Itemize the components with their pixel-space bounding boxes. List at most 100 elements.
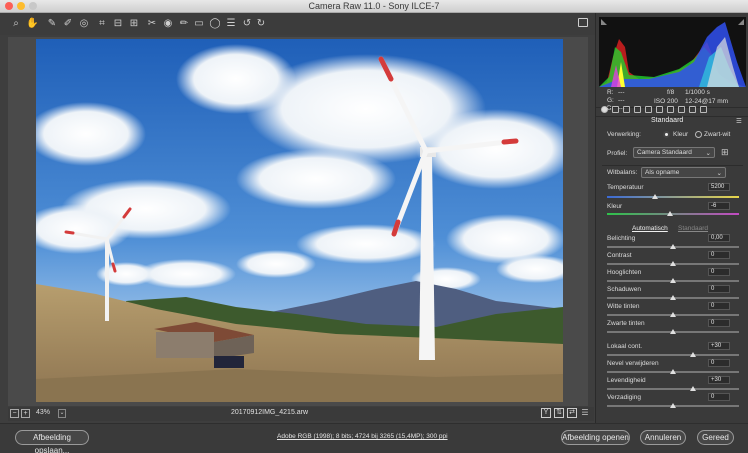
r-label: R:	[607, 89, 614, 96]
witte-tinten-value[interactable]: 0	[708, 302, 730, 310]
footer-bar: Afbeelding opslaan... Adobe RGB (1998); …	[0, 423, 748, 453]
auto-link[interactable]: Automatisch	[632, 225, 668, 232]
tab-basic-icon[interactable]	[601, 106, 608, 113]
r-value: ---	[618, 89, 625, 96]
done-button[interactable]: Gereed	[697, 430, 734, 445]
schaduwen-value[interactable]: 0	[708, 285, 730, 293]
histogram	[599, 17, 746, 87]
temperature-slider[interactable]	[607, 196, 739, 198]
rotate-ccw-icon[interactable]: ↺	[241, 18, 253, 30]
tab-detail-icon[interactable]	[623, 106, 630, 113]
view-cycle-icon[interactable]: ⇅	[554, 408, 564, 418]
tab-effects-icon[interactable]	[667, 106, 674, 113]
nevel-verwijderen-label: Nevel verwijderen	[607, 360, 659, 367]
crop-icon[interactable]: ⌗	[96, 18, 108, 30]
temperature-label: Temperatuur	[607, 184, 644, 191]
target-adjust-icon[interactable]: ◎	[78, 18, 90, 30]
profile-label: Profiel:	[607, 150, 628, 157]
cancel-button[interactable]: Annuleren	[640, 430, 686, 445]
graduated-filter-icon[interactable]: ▭	[193, 18, 205, 30]
straighten-icon[interactable]: ⊟	[112, 18, 124, 30]
tint-label: Kleur	[607, 203, 623, 210]
tab-snapshots-icon[interactable]	[700, 106, 707, 113]
radial-filter-icon[interactable]: ◯	[209, 18, 221, 30]
open-image-button[interactable]: Afbeelding openen	[561, 430, 630, 445]
zwarte-tinten-value[interactable]: 0	[708, 319, 730, 327]
adjustment-brush-icon[interactable]: ✏	[178, 18, 190, 30]
belichting-label: Belichting	[607, 235, 636, 242]
view-y-toggle-icon[interactable]: Y	[541, 408, 551, 418]
wb-value: Als opname	[645, 169, 680, 176]
workflow-options-link[interactable]: Adobe RGB (1998); 8 bits; 4724 bij 3265 …	[277, 433, 448, 440]
preview-image[interactable]	[36, 39, 563, 402]
treatment-bw-radio[interactable]	[695, 131, 702, 138]
rotate-cw-icon[interactable]: ↻	[255, 18, 267, 30]
right-panel: R: --- G: --- B: --- f/8 1/1000 s ISO 20…	[595, 13, 748, 423]
nevel-verwijderen-value[interactable]: 0	[708, 359, 730, 367]
levendigheid-slider[interactable]	[607, 388, 739, 390]
levendigheid-thumb[interactable]	[689, 386, 696, 391]
belichting-value[interactable]: 0,00	[708, 234, 730, 242]
shutter: 1/1000 s	[685, 89, 710, 96]
zoom-out-button[interactable]: −	[10, 409, 19, 418]
save-image-button[interactable]: Afbeelding opslaan...	[15, 430, 89, 453]
color-sampler-icon[interactable]: ✐	[62, 18, 74, 30]
belichting-thumb[interactable]	[670, 244, 676, 249]
tab-split-toning-icon[interactable]	[645, 106, 652, 113]
lokaal-cont-value[interactable]: +30	[708, 342, 730, 350]
lokaal-cont-label: Lokaal cont.	[607, 343, 643, 350]
zoom-in-button[interactable]: +	[21, 409, 30, 418]
lokaal-cont-thumb[interactable]	[689, 352, 696, 357]
g-value: ---	[618, 97, 625, 104]
zoom-level[interactable]: 43%	[36, 409, 50, 416]
white-balance-icon[interactable]: ✎	[46, 18, 58, 30]
temperature-thumb[interactable]	[651, 194, 658, 199]
highlight-clipping-icon[interactable]	[738, 19, 744, 25]
verzadiging-thumb[interactable]	[670, 403, 676, 408]
lens: 12-24@17 mm	[685, 98, 729, 105]
treatment-color-radio[interactable]	[663, 131, 670, 138]
schaduwen-label: Schaduwen	[607, 286, 641, 293]
tab-hsl-icon[interactable]	[634, 106, 641, 113]
nevel-verwijderen-thumb[interactable]	[670, 369, 676, 374]
wb-select[interactable]: Als opname ⌄	[641, 167, 726, 178]
contrast-thumb[interactable]	[670, 261, 676, 266]
section-title: Standaard	[651, 117, 684, 124]
hand-icon[interactable]: ✋	[26, 18, 38, 30]
hooglichten-thumb[interactable]	[670, 278, 676, 283]
red-eye-icon[interactable]: ◉	[162, 18, 174, 30]
fullscreen-toggle-icon[interactable]	[578, 18, 588, 27]
default-link[interactable]: Standaard	[678, 225, 708, 232]
profile-browser-icon[interactable]: ⊞	[721, 147, 732, 158]
zwarte-tinten-label: Zwarte tinten	[607, 320, 645, 327]
lokaal-cont-slider[interactable]	[607, 354, 739, 356]
zwarte-tinten-thumb[interactable]	[670, 329, 676, 334]
verzadiging-value[interactable]: 0	[708, 393, 730, 401]
witte-tinten-thumb[interactable]	[670, 312, 676, 317]
tab-presets-icon[interactable]	[689, 106, 696, 113]
preview-settings-icon[interactable]: ☰	[580, 408, 590, 418]
temperature-value[interactable]: 5200	[708, 183, 730, 191]
tint-thumb[interactable]	[667, 211, 674, 216]
shadow-clipping-icon[interactable]	[601, 19, 607, 25]
hooglichten-value[interactable]: 0	[708, 268, 730, 276]
panel-menu-icon[interactable]: ☰	[736, 117, 742, 125]
tab-calibration-icon[interactable]	[678, 106, 685, 113]
tint-value[interactable]: -6	[708, 202, 730, 210]
spot-removal-icon[interactable]: ✂	[146, 18, 158, 30]
profile-select[interactable]: Camera Standaard ⌄	[633, 147, 715, 158]
filename: 20170912IMG_4215.arw	[231, 409, 309, 416]
levendigheid-value[interactable]: +30	[708, 376, 730, 384]
treatment-bw-label: Zwart-wit	[704, 131, 731, 138]
g-label: G:	[607, 97, 614, 104]
schaduwen-thumb[interactable]	[670, 295, 676, 300]
view-swap-icon[interactable]: ⇄	[567, 408, 577, 418]
profile-dropdown-icon: ⌄	[705, 150, 711, 157]
transform-icon[interactable]: ⊞	[128, 18, 140, 30]
tab-lens-icon[interactable]	[656, 106, 663, 113]
contrast-value[interactable]: 0	[708, 251, 730, 259]
zoom-icon[interactable]: ⌕	[10, 18, 22, 30]
preferences-icon[interactable]: ☰	[225, 18, 237, 30]
zoom-dropdown-icon[interactable]: ⌄	[58, 409, 66, 418]
tab-tone-curve-icon[interactable]	[612, 106, 619, 113]
